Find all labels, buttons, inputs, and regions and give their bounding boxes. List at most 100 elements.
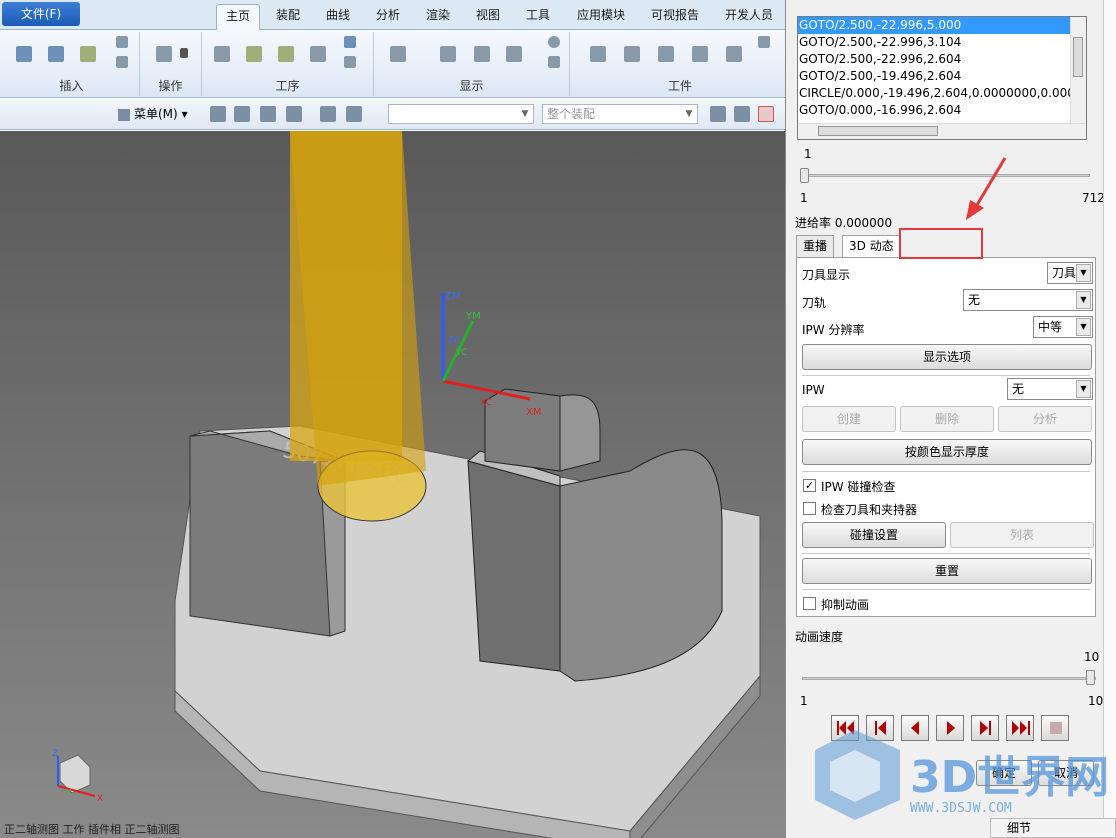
speed-min: 1: [800, 694, 808, 708]
filter-icon-3[interactable]: [260, 106, 276, 122]
tab-curve[interactable]: 曲线: [316, 4, 360, 30]
display-options-button[interactable]: 显示选项: [802, 344, 1092, 370]
suppress-animation-checkbox[interactable]: [803, 597, 816, 610]
list-button[interactable]: 列表: [950, 522, 1094, 548]
create-method-icon[interactable]: [116, 36, 128, 48]
right-block-front: [467, 460, 561, 672]
tab-visual-report[interactable]: 可视报告: [642, 4, 708, 30]
filter-icon-2[interactable]: [234, 106, 250, 122]
verify-toolpath-icon[interactable]: [246, 46, 262, 62]
tab-assembly[interactable]: 装配: [266, 4, 310, 30]
animation-speed-label: 动画速度: [795, 630, 844, 644]
toolpath-label: 刀轨: [802, 296, 827, 310]
circle-marker-icon[interactable]: [548, 36, 560, 48]
create-program-icon[interactable]: [16, 46, 32, 62]
scope-combo[interactable]: 整个装配 ▼: [542, 104, 698, 124]
axis-label-xm: XM: [526, 407, 541, 418]
display-3d-icon[interactable]: [474, 46, 490, 62]
list-item[interactable]: GOTO/2.500,-19.496,2.604: [798, 68, 1086, 85]
ribbon-tab-bar: 文件(F) 主页 装配 曲线 分析 渲染 视图 工具 应用模块 可视报告 开发人…: [0, 0, 790, 30]
workpiece-more-icon[interactable]: [758, 36, 770, 48]
workpiece-play-icon[interactable]: [590, 46, 606, 62]
graphics-viewport[interactable]: 5072RJ-SBC ZM YM XM ZC YC XC X Z Y 正二轴测图…: [0, 131, 785, 838]
toolpath-select[interactable]: 无 ▼: [963, 289, 1093, 311]
create-geometry-icon[interactable]: [80, 46, 96, 62]
tab-applications[interactable]: 应用模块: [568, 4, 634, 30]
snap-icon-2[interactable]: [346, 106, 362, 122]
triad-label-x: X: [97, 794, 103, 804]
tab-render[interactable]: 渲染: [416, 4, 460, 30]
tab-replay[interactable]: 重播: [796, 235, 835, 257]
step-slider-thumb[interactable]: [800, 168, 809, 183]
add-filter-icon[interactable]: [758, 106, 774, 122]
tab-home[interactable]: 主页: [216, 4, 260, 30]
step-min: 1: [800, 191, 808, 205]
chevron-down-icon[interactable]: [180, 48, 188, 58]
speed-slider-track[interactable]: [802, 677, 1096, 680]
small-pillar: [484, 388, 561, 472]
file-menu-button[interactable]: 文件(F): [2, 2, 80, 26]
list-item[interactable]: GOTO/2.500,-22.996,5.000: [798, 17, 1086, 34]
list-item[interactable]: GOTO/0.000,-16.996,2.604: [798, 102, 1086, 119]
filter-icon-1[interactable]: [210, 106, 226, 122]
step-slider-track[interactable]: [800, 174, 1090, 177]
create-tool-icon[interactable]: [48, 46, 64, 62]
workpiece-end-icon[interactable]: [726, 46, 742, 62]
tab-tools[interactable]: 工具: [516, 4, 560, 30]
workpiece-forward-icon[interactable]: [658, 46, 674, 62]
group-label-process: 工序: [275, 79, 300, 93]
curve-path-icon[interactable]: [548, 56, 560, 68]
tab-view[interactable]: 视图: [466, 4, 510, 30]
group-workpiece: 工件: [570, 32, 790, 96]
delete-button[interactable]: 删除: [900, 406, 994, 432]
view-tool-icon-2[interactable]: [734, 106, 750, 122]
workpiece-step-icon[interactable]: [624, 46, 640, 62]
list-item[interactable]: GOTO/2.500,-22.996,3.104: [798, 34, 1086, 51]
vertical-scrollbar[interactable]: [1070, 17, 1086, 123]
create-operation-icon[interactable]: [116, 56, 128, 68]
workpiece-fast-icon[interactable]: [692, 46, 708, 62]
reset-button[interactable]: 重置: [802, 558, 1092, 584]
check-tool-holder-checkbox[interactable]: [803, 502, 816, 515]
shop-docs-icon[interactable]: [344, 36, 356, 48]
tab-developer[interactable]: 开发人员: [716, 4, 782, 30]
watermark-url: WWW.3DSJW.COM: [910, 801, 1012, 816]
display-toolpath-icon[interactable]: [390, 46, 406, 62]
chevron-down-icon: ▼: [1076, 318, 1091, 336]
ipw-select[interactable]: 无 ▼: [1007, 378, 1093, 400]
view-tool-icon-1[interactable]: [710, 106, 726, 122]
collision-settings-button[interactable]: 碰撞设置: [802, 522, 946, 548]
ipw-resolution-select[interactable]: 中等 ▼: [1033, 316, 1093, 338]
display-ipw-icon[interactable]: [506, 46, 522, 62]
axis-label-ym: YM: [465, 311, 481, 322]
tool-display-select[interactable]: 刀具 ▼: [1047, 262, 1093, 284]
status-bar: 正二轴测图 工作 插件相 正二轴测图: [4, 823, 180, 836]
xm-axis: [442, 379, 531, 401]
scrollbar-thumb[interactable]: [1073, 37, 1083, 77]
axis-label-zm: ZM: [445, 291, 460, 302]
filter-icon-4[interactable]: [286, 106, 302, 122]
tab-analysis[interactable]: 分析: [366, 4, 410, 30]
group-label-workpiece: 工件: [667, 79, 692, 93]
watermark: 3D世界网 WWW.3DSJW.COM: [815, 720, 1115, 838]
menu-button[interactable]: 菜单(M) ▾: [118, 105, 188, 123]
list-item[interactable]: GOTO/2.500,-22.996,2.604: [798, 51, 1086, 68]
thickness-by-color-button[interactable]: 按颜色显示厚度: [802, 439, 1092, 465]
scrollbar-thumb[interactable]: [818, 126, 938, 136]
snap-icon-1[interactable]: [320, 106, 336, 122]
ipw-collision-checkbox[interactable]: ✓: [803, 479, 816, 492]
speed-slider-thumb[interactable]: [1086, 670, 1095, 685]
postprocess-icon[interactable]: [310, 46, 326, 62]
analyze-button[interactable]: 分析: [998, 406, 1092, 432]
toolpath-listing[interactable]: GOTO/2.500,-22.996,5.000 GOTO/2.500,-22.…: [797, 16, 1087, 140]
properties-icon[interactable]: [156, 46, 172, 62]
output-cls-icon[interactable]: [344, 56, 356, 68]
list-item[interactable]: CIRCLE/0.000,-19.496,2.604,0.0000000,0.0…: [798, 85, 1086, 102]
tab-3d-dynamic[interactable]: 3D 动态: [842, 235, 901, 258]
replay-toolpath-icon[interactable]: [278, 46, 294, 62]
display-2d-icon[interactable]: [440, 46, 456, 62]
type-filter-combo[interactable]: ▼: [388, 104, 534, 124]
horizontal-scrollbar[interactable]: [798, 123, 1086, 139]
create-button[interactable]: 创建: [802, 406, 896, 432]
generate-toolpath-icon[interactable]: [214, 46, 230, 62]
